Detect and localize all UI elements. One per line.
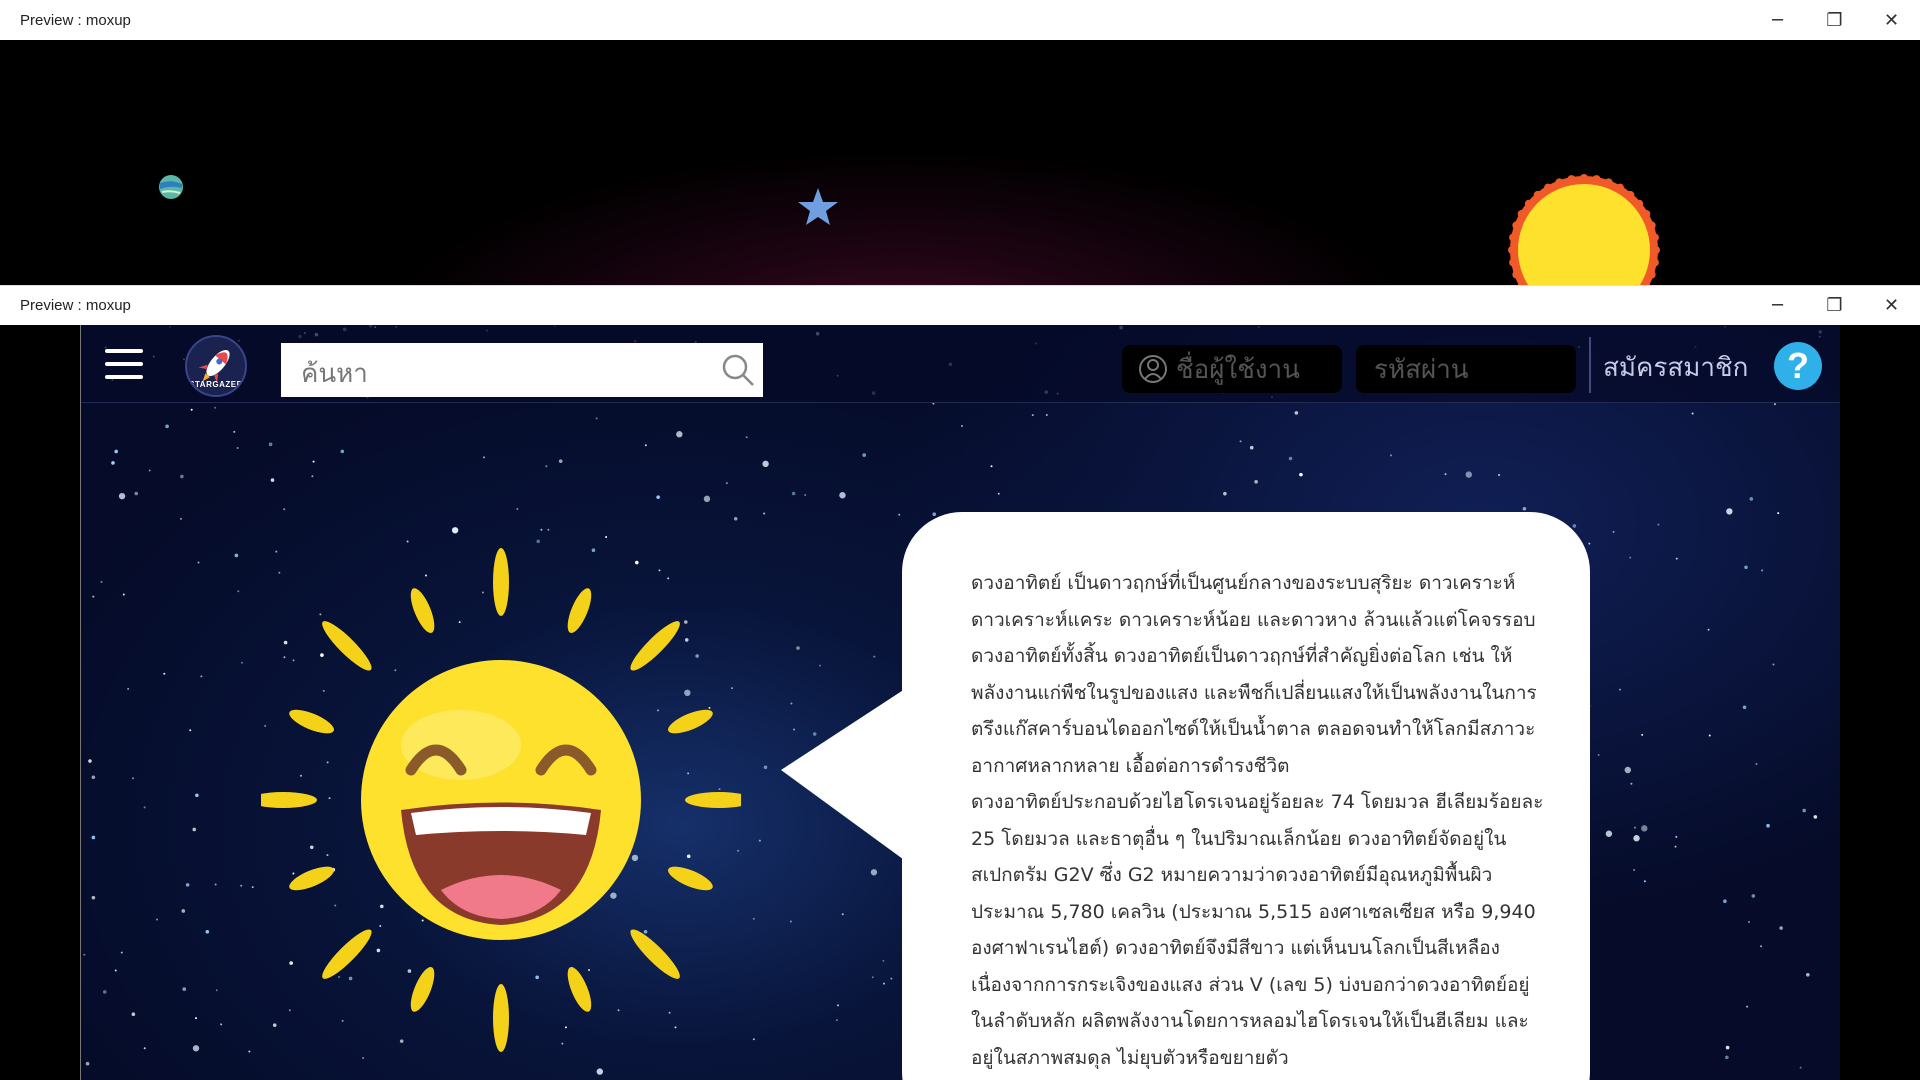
minimize-button[interactable]: ─ <box>1749 0 1806 40</box>
logo-text: STARGAZER <box>189 380 243 389</box>
user-icon <box>1139 355 1167 383</box>
minimize-button[interactable]: ─ <box>1749 286 1806 325</box>
search-input[interactable]: ค้นหา <box>281 343 763 397</box>
back-window-title: Preview : moxup <box>20 11 131 29</box>
navbar-divider <box>1589 337 1591 393</box>
sun-icon <box>1508 174 1660 285</box>
sun-description: ดวงอาทิตย์ เป็นดาวฤกษ์ที่เป็นศูนย์กลางขอ… <box>971 565 1551 1076</box>
front-window-titlebar: Preview : moxup ─ ❐ ✕ <box>0 285 1920 325</box>
speech-bubble-tail <box>781 685 911 865</box>
menu-icon[interactable] <box>105 349 143 379</box>
paragraph-2: ดวงอาทิตย์ประกอบด้วยไฮโดรเจนอยู่ร้อยละ 7… <box>971 791 1544 1069</box>
search-icon[interactable] <box>721 353 755 387</box>
front-window-content: STARGAZER ค้นหา ชื่อผู้ใช้งาน รหัสผ่าน ส… <box>0 325 1920 1080</box>
password-field[interactable]: รหัสผ่าน <box>1356 345 1576 393</box>
paragraph-1: ดวงอาทิตย์ เป็นดาวฤกษ์ที่เป็นศูนย์กลางขอ… <box>971 572 1537 777</box>
close-button[interactable]: ✕ <box>1863 0 1920 40</box>
earth-planet-icon <box>159 175 183 199</box>
signup-link[interactable]: สมัครสมาชิก <box>1603 347 1748 388</box>
help-icon[interactable]: ? <box>1774 342 1822 390</box>
maximize-button[interactable]: ❐ <box>1806 0 1863 40</box>
stargazer-logo[interactable]: STARGAZER <box>185 335 247 397</box>
username-field[interactable]: ชื่อผู้ใช้งาน <box>1122 345 1342 393</box>
password-placeholder: รหัสผ่าน <box>1374 354 1469 385</box>
back-window-content <box>0 40 1920 285</box>
username-placeholder: ชื่อผู้ใช้งาน <box>1176 354 1300 385</box>
laughing-sun-mascot <box>261 548 741 1052</box>
star-icon <box>798 188 838 225</box>
app-canvas: STARGAZER ค้นหา ชื่อผู้ใช้งาน รหัสผ่าน ส… <box>80 325 1840 1080</box>
back-window-titlebar: Preview : moxup ─ ❐ ✕ <box>0 0 1920 40</box>
search-placeholder: ค้นหา <box>301 359 368 389</box>
navbar: STARGAZER ค้นหา ชื่อผู้ใช้งาน รหัสผ่าน ส… <box>81 325 1840 403</box>
front-window-title: Preview : moxup <box>20 297 131 314</box>
space-scene <box>159 174 1660 285</box>
maximize-button[interactable]: ❐ <box>1806 286 1863 325</box>
close-button[interactable]: ✕ <box>1863 286 1920 325</box>
